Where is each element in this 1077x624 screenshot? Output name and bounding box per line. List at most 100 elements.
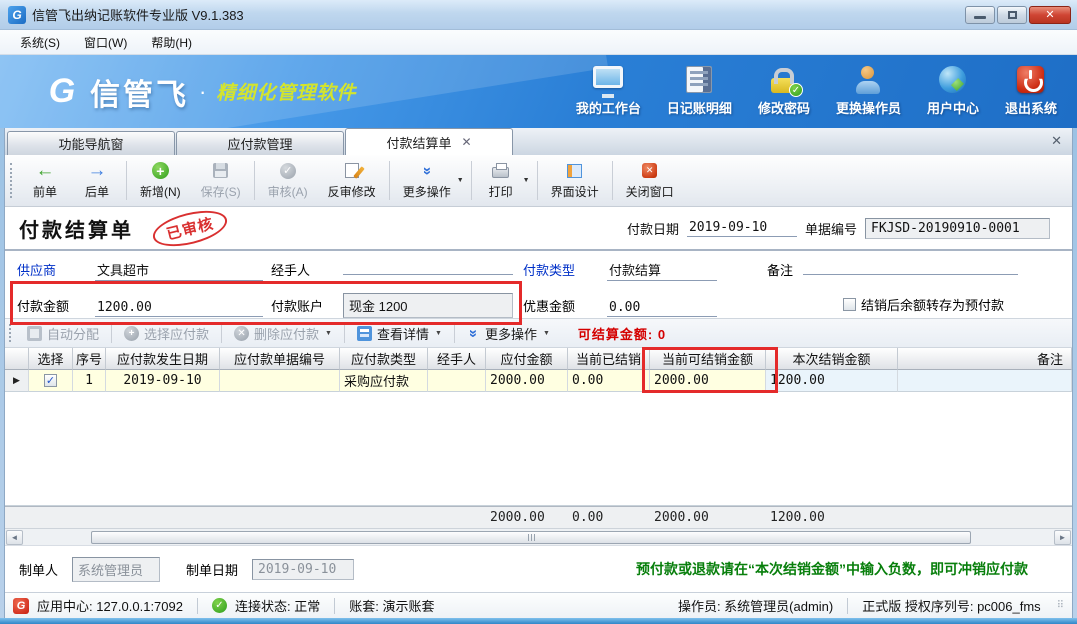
- person-icon: [853, 66, 883, 94]
- cell-remark: [898, 370, 1072, 392]
- close-window-button[interactable]: ✕ 关闭窗口: [616, 155, 684, 206]
- window-title: 信管飞出纳记账软件专业版 V9.1.383: [32, 5, 244, 24]
- horizontal-scrollbar[interactable]: ◄ ►: [5, 528, 1072, 545]
- transfer-prepaid-checkbox[interactable]: 结销后余额转存为预付款: [843, 295, 1004, 314]
- col-type[interactable]: 应付款类型: [340, 348, 428, 370]
- power-icon: [1017, 66, 1044, 93]
- scrollbar-thumb[interactable]: [91, 531, 971, 544]
- edit-icon: [345, 163, 359, 178]
- audit-check-icon: ✓: [280, 163, 296, 179]
- view-detail-button[interactable]: 查看详情 ▼: [349, 321, 450, 346]
- create-date-label: 制单日期: [186, 560, 238, 579]
- banner-action-journal[interactable]: 日记账明细: [667, 66, 732, 117]
- supplier-label[interactable]: 供应商: [17, 260, 95, 279]
- window-bottom-edge: [0, 618, 1077, 624]
- banner-action-switch-operator[interactable]: 更换操作员: [836, 66, 901, 117]
- status-bar: G 应用中心: 127.0.0.1:7092 ✓ 连接状态: 正常 账套: 演示…: [5, 592, 1072, 618]
- close-window-icon: ✕: [642, 163, 657, 178]
- menu-window[interactable]: 窗口(W): [74, 31, 137, 54]
- grid-more-operations-button[interactable]: » 更多操作 ▼: [459, 321, 558, 346]
- minimize-button[interactable]: [965, 6, 995, 24]
- table-summary-row: 2000.00 0.00 2000.00 1200.00: [5, 506, 1072, 528]
- handler-label: 经手人: [271, 260, 343, 279]
- select-payable-button[interactable]: + 选择应付款: [116, 321, 217, 346]
- col-date[interactable]: 应付款发生日期: [106, 348, 220, 370]
- save-button[interactable]: 保存(S): [191, 155, 251, 206]
- status-license: 正式版 授权序列号: pc006_fms: [862, 596, 1040, 615]
- next-doc-button[interactable]: → 后单: [71, 155, 123, 206]
- resize-grip-icon[interactable]: ⠿: [1057, 600, 1064, 611]
- row-checkbox[interactable]: ✓: [44, 374, 57, 387]
- tabstrip-close-icon[interactable]: ✕: [1051, 133, 1062, 149]
- status-operator: 操作员: 系统管理员(admin): [678, 596, 833, 615]
- col-available[interactable]: 当前可结销金额: [650, 348, 766, 370]
- cell-amount: 2000.00: [486, 370, 568, 392]
- tab-payables[interactable]: 应付款管理: [176, 131, 344, 155]
- delete-circle-icon: ✕: [234, 326, 249, 341]
- menu-system[interactable]: 系统(S): [10, 31, 70, 54]
- close-icon: ✕: [1045, 8, 1054, 21]
- dropdown-caret-icon[interactable]: ▼: [523, 177, 530, 184]
- save-icon: [213, 163, 228, 178]
- workbench-monitor-icon: [593, 66, 623, 88]
- minimize-icon: [974, 16, 986, 19]
- col-handler[interactable]: 经手人: [428, 348, 486, 370]
- col-select[interactable]: 选择: [29, 348, 73, 370]
- dropdown-caret-icon[interactable]: ▼: [457, 177, 464, 184]
- unaudit-button[interactable]: 反审修改: [318, 155, 386, 206]
- table-header-row: 选择 序号 应付款发生日期 应付款单据编号 应付款类型 经手人 应付金额 当前已…: [5, 348, 1072, 370]
- remark-field[interactable]: [803, 272, 1018, 275]
- auto-assign-icon: [27, 326, 42, 341]
- status-app-center: 应用中心: 127.0.0.1:7092: [37, 596, 183, 615]
- globe-icon: [939, 66, 966, 93]
- col-seq[interactable]: 序号: [73, 348, 106, 370]
- arrow-left-icon: ←: [36, 162, 55, 180]
- banner-action-workbench[interactable]: 我的工作台: [576, 66, 641, 117]
- banner-action-change-password[interactable]: ✓ 修改密码: [758, 66, 810, 117]
- summary-current: 1200.00: [766, 507, 898, 528]
- scroll-right-icon[interactable]: ►: [1054, 530, 1071, 545]
- audited-stamp: 已审核: [149, 204, 230, 252]
- maximize-button[interactable]: [997, 6, 1027, 24]
- audit-button[interactable]: ✓ 审核(A): [258, 155, 318, 206]
- col-current-settle[interactable]: 本次结销金额: [766, 348, 898, 370]
- more-operations-button[interactable]: » 更多操作: [393, 160, 461, 202]
- menu-help[interactable]: 帮助(H): [141, 31, 202, 54]
- ui-design-button[interactable]: 界面设计: [541, 155, 609, 206]
- pay-type-label[interactable]: 付款类型: [523, 260, 607, 279]
- banner-action-exit[interactable]: 退出系统: [1005, 66, 1057, 117]
- summary-settled: 0.00: [568, 507, 650, 528]
- new-button[interactable]: + 新增(N): [130, 155, 191, 206]
- auto-assign-button[interactable]: 自动分配: [19, 321, 107, 346]
- creator-label: 制单人: [19, 560, 58, 579]
- col-doc-no[interactable]: 应付款单据编号: [220, 348, 340, 370]
- col-remark[interactable]: 备注: [898, 348, 1072, 370]
- col-settled[interactable]: 当前已结销: [568, 348, 650, 370]
- scroll-left-icon[interactable]: ◄: [6, 530, 23, 545]
- tab-close-icon[interactable]: ✕: [461, 135, 471, 149]
- amount-field[interactable]: 1200.00: [95, 299, 263, 317]
- row-pointer-icon: ▶: [13, 375, 20, 386]
- print-button[interactable]: 打印: [475, 160, 527, 202]
- supplier-field[interactable]: 文具超市: [95, 259, 263, 281]
- handler-field[interactable]: [343, 272, 513, 275]
- discount-field[interactable]: 0.00: [607, 299, 717, 317]
- prev-doc-button[interactable]: ← 前单: [19, 155, 71, 206]
- main-frame: 功能导航窗 应付款管理 付款结算单 ✕ ✕ ← 前单 → 后单: [0, 128, 1077, 618]
- toolbar-grip[interactable]: [10, 163, 17, 198]
- payment-date-field[interactable]: 2019-09-10: [687, 219, 797, 237]
- delete-payable-button[interactable]: ✕ 删除应付款 ▼: [226, 321, 340, 346]
- tab-navigation[interactable]: 功能导航窗: [7, 131, 175, 155]
- col-amount[interactable]: 应付金额: [486, 348, 568, 370]
- table-row[interactable]: ▶ ✓ 1 2019-09-10 采购应付款 2000.00 0.00 2000…: [5, 370, 1072, 392]
- banner-action-user-center[interactable]: 用户中心: [927, 66, 979, 117]
- pay-type-field[interactable]: 付款结算: [607, 259, 717, 281]
- account-field[interactable]: 现金 1200: [343, 293, 513, 318]
- tab-payment-settlement[interactable]: 付款结算单 ✕: [345, 128, 513, 155]
- grid-toolbar-grip[interactable]: [9, 324, 15, 342]
- close-button[interactable]: ✕: [1029, 6, 1071, 24]
- negative-amount-hint: 预付款或退款请在“本次结销金额”中输入负数，即可冲销应付款: [636, 559, 1028, 579]
- cell-current-settle[interactable]: 1200.00: [766, 370, 898, 392]
- document-footer: 制单人 系统管理员 制单日期 2019-09-10 预付款或退款请在“本次结销金…: [5, 545, 1072, 592]
- brand-tagline: 精细化管理软件: [216, 78, 356, 105]
